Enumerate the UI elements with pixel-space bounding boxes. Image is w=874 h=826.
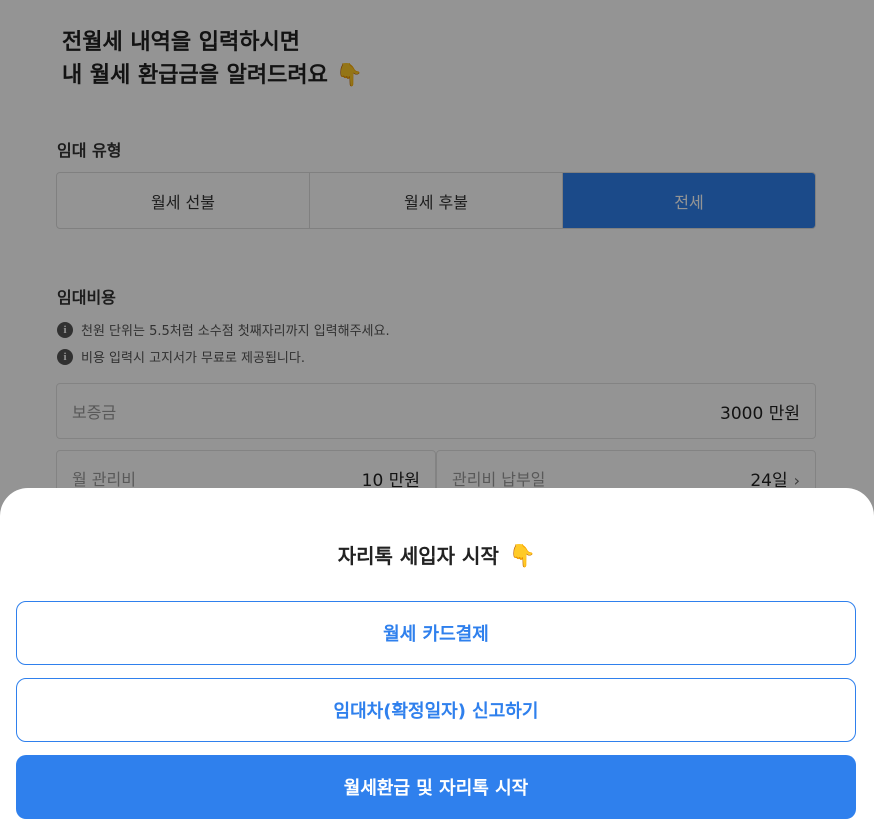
card-payment-button[interactable]: 월세 카드결제	[16, 601, 856, 665]
start-refund-button[interactable]: 월세환급 및 자리톡 시작	[16, 755, 856, 819]
sheet-title: 자리톡 세입자 시작 👇	[0, 540, 874, 569]
sheet-title-text: 자리톡 세입자 시작	[337, 544, 499, 568]
pointing-down-icon: 👇	[508, 544, 537, 569]
bottom-sheet: 자리톡 세입자 시작 👇 월세 카드결제 임대차(확정일자) 신고하기 월세환급 …	[0, 488, 874, 826]
lease-report-button[interactable]: 임대차(확정일자) 신고하기	[16, 678, 856, 742]
